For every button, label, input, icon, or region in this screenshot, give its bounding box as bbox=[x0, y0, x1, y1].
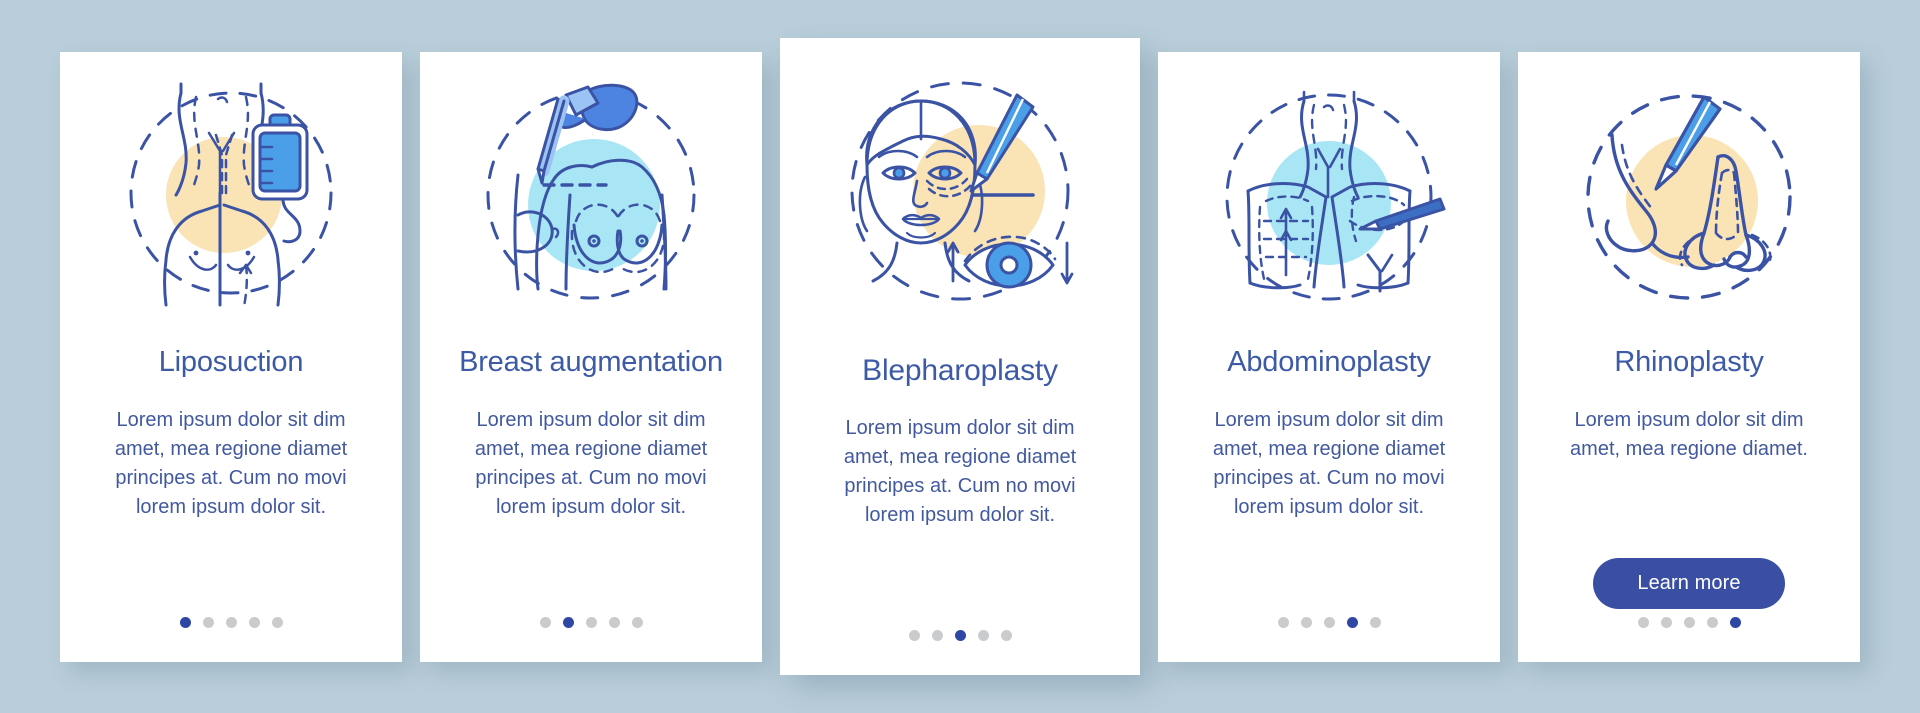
pagination-dot-1[interactable] bbox=[1277, 616, 1289, 628]
pagination-dot-3[interactable] bbox=[225, 616, 237, 628]
card-description: Lorem ipsum dolor sit dim amet, mea regi… bbox=[1570, 408, 1808, 460]
card-breast-augmentation[interactable]: Breast augmentation Lorem ipsum dolor si… bbox=[420, 51, 762, 662]
pagination-dots bbox=[1518, 616, 1860, 628]
card-blepharoplasty[interactable]: Blepharoplasty Lorem ipsum dolor sit dim… bbox=[780, 38, 1140, 675]
pagination-dot-2[interactable] bbox=[1300, 616, 1312, 628]
illustration-liposuction-wrap bbox=[60, 52, 402, 320]
pagination-dot-3[interactable] bbox=[1683, 616, 1695, 628]
card-description: Lorem ipsum dolor sit dim amet, mea regi… bbox=[1212, 408, 1446, 518]
pagination-dots bbox=[780, 630, 1140, 641]
card-rhinoplasty[interactable]: Rhinoplasty Lorem ipsum dolor sit dim am… bbox=[1518, 51, 1860, 662]
onboarding-screens-container: Liposuction Lorem ipsum dolor sit dim am… bbox=[0, 0, 1920, 713]
pagination-dot-4[interactable] bbox=[1706, 616, 1718, 628]
pagination-dot-5[interactable] bbox=[271, 616, 283, 628]
card-liposuction[interactable]: Liposuction Lorem ipsum dolor sit dim am… bbox=[60, 51, 402, 662]
pagination-dots bbox=[420, 616, 762, 628]
title-area: Blepharoplasty bbox=[780, 328, 1140, 410]
pagination-dot-4[interactable] bbox=[977, 630, 989, 641]
card-title: Breast augmentation bbox=[459, 345, 723, 378]
pagination-dot-1[interactable] bbox=[1637, 616, 1649, 628]
illustration-abdominoplasty-wrap bbox=[1158, 52, 1500, 320]
title-area: Abdominoplasty bbox=[1158, 320, 1500, 402]
button-row: Learn more bbox=[1518, 557, 1860, 609]
learn-more-button[interactable]: Learn more bbox=[1593, 557, 1785, 609]
pagination-dot-5[interactable] bbox=[1369, 616, 1381, 628]
pagination-dot-1[interactable] bbox=[179, 616, 191, 628]
pagination-dot-3[interactable] bbox=[954, 630, 966, 641]
card-description: Lorem ipsum dolor sit dim amet, mea regi… bbox=[114, 408, 348, 518]
pagination-dots bbox=[60, 616, 402, 628]
title-area: Rhinoplasty bbox=[1518, 320, 1860, 402]
illustration-rhinoplasty-wrap bbox=[1518, 52, 1860, 320]
card-title: Abdominoplasty bbox=[1227, 345, 1431, 378]
illustration-blepharoplasty-wrap bbox=[780, 38, 1140, 328]
card-title: Rhinoplasty bbox=[1614, 345, 1764, 378]
illustration-breast-augmentation-wrap bbox=[420, 52, 762, 320]
liposuction-illustration bbox=[129, 79, 333, 308]
pagination-dot-2[interactable] bbox=[931, 630, 943, 641]
pagination-dot-3[interactable] bbox=[1323, 616, 1335, 628]
card-title: Blepharoplasty bbox=[862, 354, 1058, 387]
pagination-dot-5[interactable] bbox=[1000, 630, 1012, 641]
pagination-dot-4[interactable] bbox=[1346, 616, 1358, 628]
pagination-dot-2[interactable] bbox=[1660, 616, 1672, 628]
title-area: Liposuction bbox=[60, 320, 402, 402]
title-area: Breast augmentation bbox=[420, 320, 762, 402]
pagination-dot-1[interactable] bbox=[539, 616, 551, 628]
blepharoplasty-illustration bbox=[850, 81, 1074, 301]
rhinoplasty-illustration bbox=[1586, 93, 1792, 300]
pagination-dot-2[interactable] bbox=[562, 616, 574, 628]
pagination-dot-4[interactable] bbox=[248, 616, 260, 628]
breast-augmentation-illustration bbox=[486, 83, 696, 299]
card-description: Lorem ipsum dolor sit dim amet, mea regi… bbox=[843, 417, 1077, 526]
pagination-dots bbox=[1158, 616, 1500, 628]
pagination-dot-5[interactable] bbox=[631, 616, 643, 628]
abdominoplasty-illustration bbox=[1225, 87, 1446, 300]
pagination-dot-5[interactable] bbox=[1729, 616, 1741, 628]
card-title: Liposuction bbox=[158, 345, 304, 378]
pagination-dot-1[interactable] bbox=[908, 630, 920, 641]
card-description: Lorem ipsum dolor sit dim amet, mea regi… bbox=[474, 408, 708, 518]
pagination-dot-3[interactable] bbox=[585, 616, 597, 628]
pagination-dot-4[interactable] bbox=[608, 616, 620, 628]
card-abdominoplasty[interactable]: Abdominoplasty Lorem ipsum dolor sit dim… bbox=[1158, 51, 1500, 662]
pagination-dot-2[interactable] bbox=[202, 616, 214, 628]
